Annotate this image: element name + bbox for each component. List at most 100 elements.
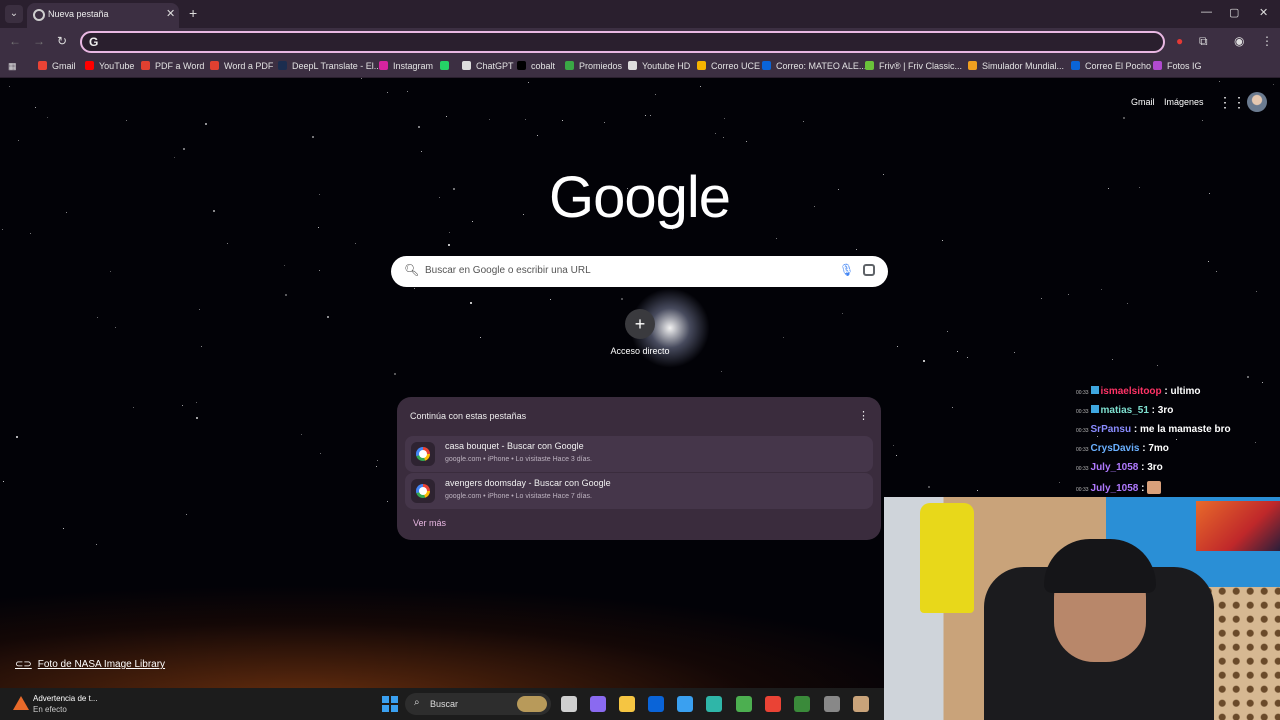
bookmark-label: Fotos IG — [1167, 61, 1202, 71]
star — [604, 122, 605, 123]
windows-start-icon[interactable] — [382, 696, 398, 712]
close-window-button[interactable]: ✕ — [1259, 6, 1268, 19]
search-box[interactable]: 🔍︎ Buscar en Google o escribir una URL 🎙… — [391, 256, 888, 287]
restore-button[interactable]: ▢ — [1229, 6, 1239, 19]
star — [327, 316, 329, 318]
photo-credit-link[interactable]: ⊂⊃ Foto de NASA Image Library — [15, 659, 165, 670]
star — [856, 249, 857, 250]
taskbar-app-utorrent-icon[interactable] — [736, 696, 752, 712]
star — [1059, 482, 1060, 483]
reload-icon[interactable]: ↻ — [57, 34, 67, 48]
google-lens-icon[interactable] — [863, 264, 875, 276]
star — [110, 271, 111, 272]
card-menu-icon[interactable]: ⋮ — [858, 409, 869, 422]
taskbar-app-outlook-icon[interactable] — [648, 696, 664, 712]
plus-icon: + — [625, 309, 655, 339]
see-more-link[interactable]: Ver más — [413, 518, 446, 528]
tab-search-chevron-icon[interactable]: ⌄ — [5, 5, 23, 23]
apps-grid-icon[interactable]: ▦ — [8, 61, 17, 72]
address-bar[interactable]: G — [80, 31, 1165, 53]
star — [1202, 120, 1203, 121]
continue-tab-item[interactable]: avengers doomsday - Buscar con Google go… — [405, 473, 873, 509]
taskbar-app-obs-icon[interactable] — [824, 696, 840, 712]
tab-close-icon[interactable]: ✕ — [166, 7, 175, 20]
taskbar-app-task-view-icon[interactable] — [561, 696, 577, 712]
star — [928, 486, 930, 488]
taskbar-app-copilot-icon[interactable] — [590, 696, 606, 712]
warning-icon[interactable] — [13, 696, 29, 710]
google-apps-icon[interactable]: ⋮⋮⋮ — [1218, 95, 1260, 109]
star — [16, 436, 18, 438]
extensions-puzzle-icon[interactable]: ⧉ — [1199, 34, 1208, 49]
bookmark-item[interactable]: Correo: MATEO ALE... — [762, 61, 866, 71]
star — [97, 317, 98, 318]
bookmark-item[interactable] — [440, 61, 454, 71]
add-shortcut-button[interactable]: + Acceso directo — [603, 309, 677, 369]
back-arrow-icon[interactable]: ← — [9, 34, 21, 48]
bookmark-item[interactable]: Promiedos — [565, 61, 622, 71]
taskbar-app-edge-icon[interactable] — [706, 696, 722, 712]
webcam-overlay — [884, 497, 1280, 720]
bookmark-item[interactable]: Simulador Mundial... — [968, 61, 1064, 71]
star — [186, 514, 187, 515]
bookmark-item[interactable]: Word a PDF — [210, 61, 273, 71]
bookmark-label: Friv® | Friv Classic... — [879, 61, 962, 71]
taskbar-app-avatar-icon[interactable] — [853, 696, 869, 712]
bookmark-favicon-icon — [210, 61, 219, 70]
bookmark-item[interactable]: ChatGPT — [462, 61, 514, 71]
star — [1209, 193, 1210, 194]
bookmark-item[interactable]: Youtube HD — [628, 61, 690, 71]
item-title: casa bouquet - Buscar con Google — [445, 441, 584, 451]
star — [312, 136, 314, 138]
browser-menu-icon[interactable]: ⋮ — [1261, 34, 1273, 48]
bookmark-item[interactable]: DeepL Translate - El... — [278, 61, 381, 71]
images-link[interactable]: Imágenes — [1164, 97, 1204, 107]
shortcut-label: Acceso directo — [610, 346, 670, 356]
bookmark-item[interactable]: Correo UCE — [697, 61, 760, 71]
google-g-icon: G — [89, 35, 99, 49]
bookmark-item[interactable]: Fotos IG — [1153, 61, 1202, 71]
wall-poster — [1196, 501, 1280, 551]
star — [196, 402, 197, 403]
bookmark-favicon-icon — [1071, 61, 1080, 70]
star — [977, 490, 978, 491]
item-subtitle: google.com • iPhone • Lo visitaste Hace … — [445, 456, 592, 463]
bookmark-item[interactable]: Correo El Pocho — [1071, 61, 1151, 71]
chat-timestamp: 00:33 — [1076, 487, 1089, 493]
star — [957, 351, 958, 352]
forward-arrow-icon[interactable]: → — [33, 34, 45, 48]
bookmark-item[interactable]: PDF a Word — [141, 61, 204, 71]
star — [480, 337, 481, 338]
bookmark-favicon-icon — [440, 61, 449, 70]
star — [723, 137, 724, 138]
taskbar-app-file-explorer-icon[interactable] — [619, 696, 635, 712]
yellow-jersey — [920, 503, 974, 613]
tab-nueva-pestana[interactable]: Nueva pestaña ✕ — [27, 3, 179, 28]
bookmark-item[interactable]: YouTube — [85, 61, 134, 71]
extension-record-icon[interactable]: ● — [1176, 34, 1183, 48]
bookmark-item[interactable]: Friv® | Friv Classic... — [865, 61, 962, 71]
bookmark-item[interactable]: cobalt — [517, 61, 555, 71]
taskbar-app-chrome-icon[interactable] — [765, 696, 781, 712]
minimize-button[interactable]: — — [1201, 6, 1212, 18]
bookmark-item[interactable]: Gmail — [38, 61, 76, 71]
taskbar-app-minecraft-icon[interactable] — [794, 696, 810, 712]
star — [199, 309, 200, 310]
continue-tab-item[interactable]: casa bouquet - Buscar con Google google.… — [405, 436, 873, 472]
star — [355, 243, 356, 244]
microphone-icon[interactable]: 🎙︎ — [839, 263, 854, 277]
warning-title[interactable]: Advertencia de t... — [33, 694, 97, 703]
star — [126, 120, 127, 121]
star — [361, 78, 362, 79]
gmail-link[interactable]: Gmail — [1131, 97, 1155, 107]
bookmark-item[interactable]: Instagram — [379, 61, 433, 71]
chat-username: July_1058 — [1090, 483, 1139, 494]
new-tab-button[interactable]: + — [189, 5, 197, 21]
taskbar-search[interactable]: ⌕ Buscar — [405, 693, 551, 715]
windows-taskbar: Advertencia de t... En efecto ⌕ Buscar — [0, 688, 884, 720]
star — [489, 119, 490, 120]
profile-avatar-icon[interactable]: ◉ — [1234, 34, 1244, 48]
taskbar-app-ms-store-icon[interactable] — [677, 696, 693, 712]
account-avatar[interactable] — [1247, 92, 1267, 112]
chat-emote-icon — [1147, 481, 1162, 494]
